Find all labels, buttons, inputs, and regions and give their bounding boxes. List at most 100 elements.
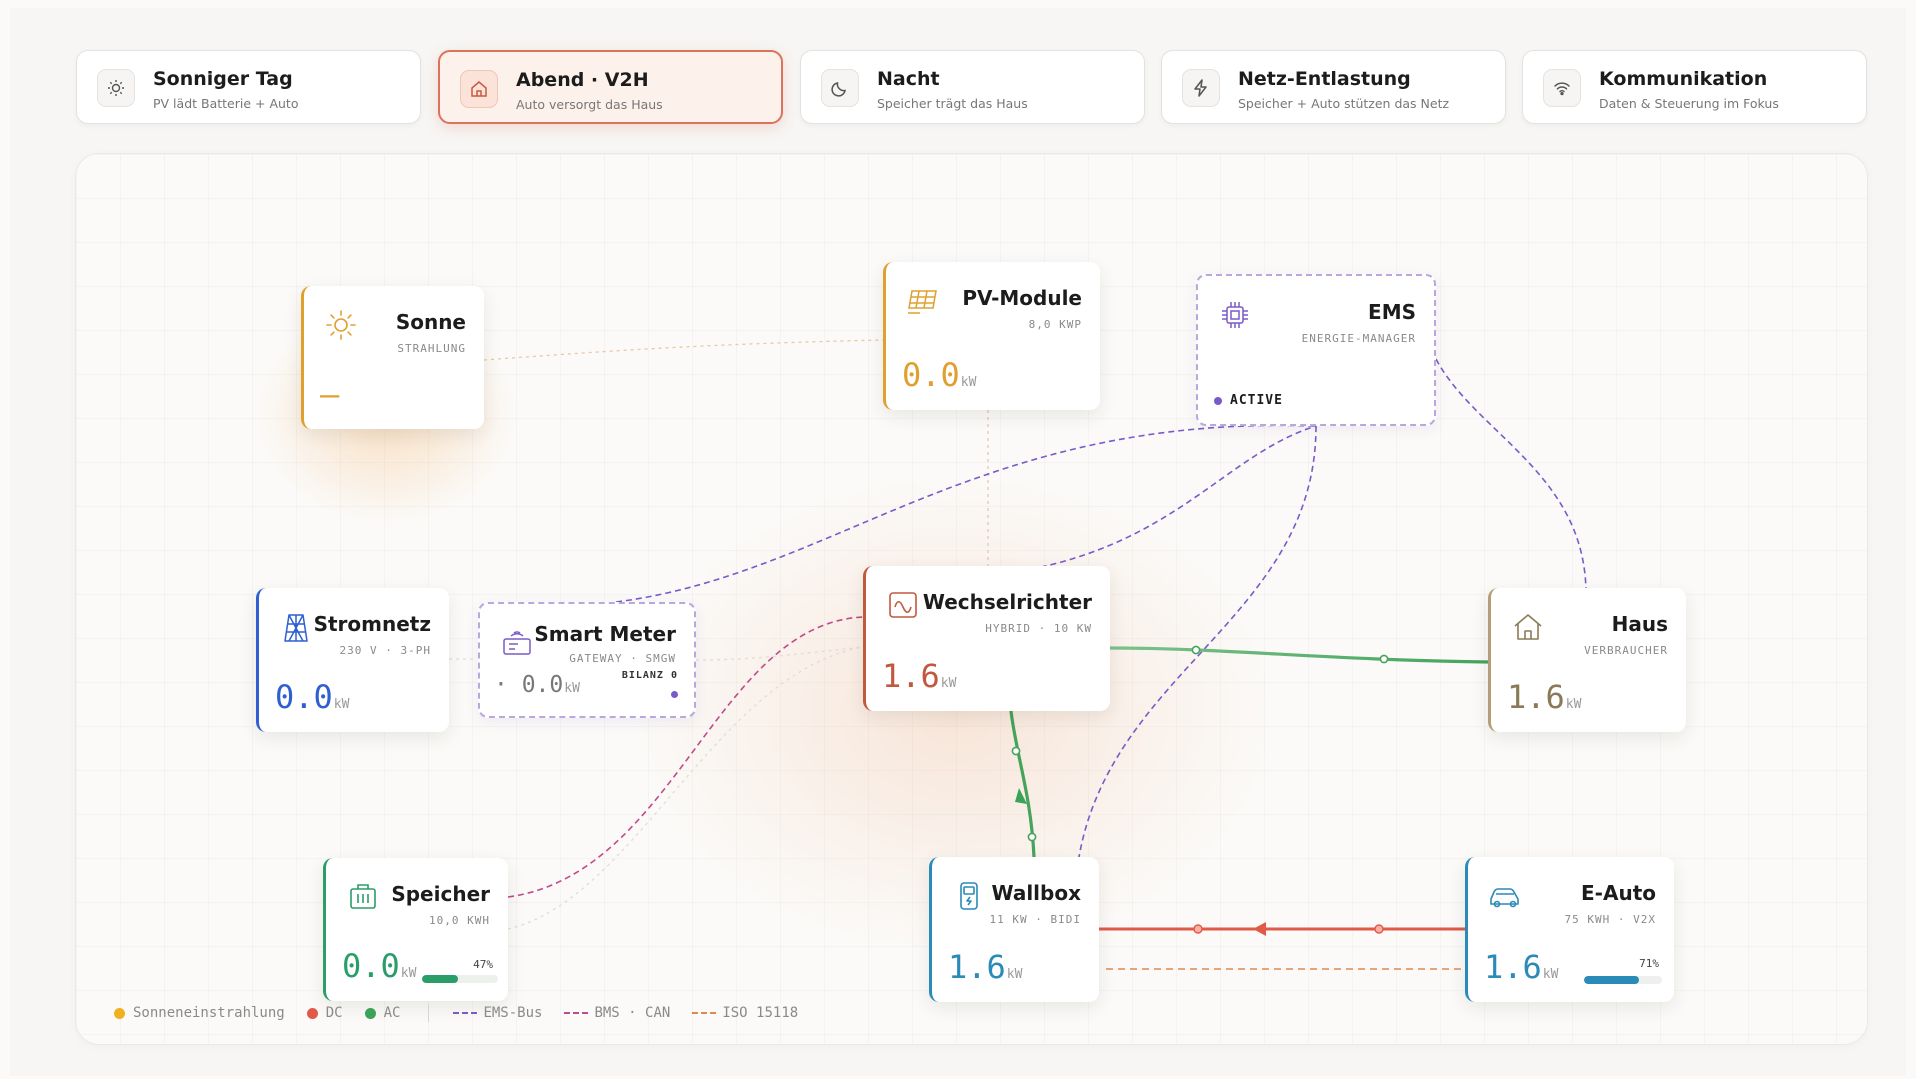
node-title: Smart Meter [534,622,676,646]
soc-bar-fill [1584,976,1640,984]
node-subtitle: HYBRID · 10 KW [985,622,1092,635]
node-subtitle: 10,0 KWH [429,914,490,927]
charger-icon [950,877,988,915]
soc-bar-fill [422,975,458,983]
tab-kommunikation[interactable]: Kommunikation Daten & Steuerung im Fokus [1522,50,1867,124]
node-value: 0.0kW [902,356,977,394]
bolt-icon [1182,69,1220,107]
legend-dc: DC [306,1005,343,1021]
node-value: 1.6kW [1507,678,1582,716]
legend-ac: AC [364,1005,401,1021]
node-e-auto[interactable]: E-Auto 75 KWH · V2X 1.6kW 71% [1465,857,1674,1002]
legend-label: DC [325,1005,343,1021]
flow-particle [1011,746,1021,756]
legend-label: Sonneneinstrahlung [133,1005,285,1021]
sun-icon [322,306,360,344]
node-title: Wallbox [991,881,1081,905]
soc-bar [422,975,498,983]
node-value: 1.6kW [948,948,1023,986]
flow-particle [1374,924,1384,934]
legend-dot [306,1007,318,1019]
flow-particle [1191,645,1201,655]
sun-icon [97,69,135,107]
flow-particle [1379,654,1389,664]
node-title: PV-Module [962,286,1082,310]
legend-label: ISO 15118 [722,1005,799,1021]
home-icon [460,70,498,108]
node-subtitle: 75 KWH · V2X [1564,913,1656,926]
node-sonne[interactable]: Sonne STRAHLUNG – [301,286,484,429]
legend-dash [692,1012,717,1014]
node-title: Sonne [395,310,466,334]
tab-title: Nacht [877,68,940,90]
node-wechselrichter[interactable]: Wechselrichter HYBRID · 10 KW 1.6kW [863,566,1110,711]
node-pv-module[interactable]: PV-Module 8,0 KWP 0.0kW [883,262,1100,410]
legend-dot [364,1007,376,1019]
node-value: – [320,375,340,413]
legend-label: AC [383,1005,401,1021]
legend-label: BMS · CAN [594,1005,671,1021]
legend-bms-can: BMS · CAN [564,1005,670,1021]
tab-title: Netz-Entlastung [1238,68,1411,90]
soc-bar [1584,976,1662,984]
node-title: Wechselrichter [922,590,1092,614]
soc-label: 71% [1639,957,1659,970]
node-title: Speicher [391,882,490,906]
node-title: E-Auto [1581,881,1656,905]
node-subtitle: VERBRAUCHER [1584,644,1668,657]
tab-subtitle: Auto versorgt das Haus [516,97,663,112]
node-value: 1.6kW [1484,948,1559,986]
node-value: 0.0kW [342,947,417,985]
legend-sun: Sonneneinstrahlung [114,1005,285,1021]
node-title: Haus [1611,612,1668,636]
node-value: · 0.0kW [494,672,580,698]
wifi-icon [1543,69,1581,107]
node-title: Stromnetz [313,612,431,636]
node-value: 0.0kW [275,678,350,716]
legend-ems-bus: EMS-Bus [453,1005,542,1021]
solar-panel-icon [904,282,942,320]
chip-icon [1216,296,1254,334]
node-ems[interactable]: EMS ENERGIE-MANAGER ACTIVE [1196,274,1436,426]
legend: Sonneneinstrahlung DC AC EMS-Bus BMS · C… [114,1004,820,1022]
node-subtitle: ENERGIE-MANAGER [1301,332,1416,345]
moon-icon [821,69,859,107]
sun-pv-path [483,339,884,361]
node-subtitle: STRAHLUNG [397,342,466,355]
status-dot [671,691,678,698]
node-subtitle: 230 V · 3-PH [339,644,431,657]
inverter-icon [884,586,922,624]
node-wallbox[interactable]: Wallbox 11 KW · BIDI 1.6kW [929,857,1099,1002]
house-icon [1509,608,1547,646]
ems-bus-house [1435,358,1587,595]
node-haus[interactable]: Haus VERBRAUCHER 1.6kW [1488,588,1686,732]
tab-abend-v2h[interactable]: Abend · V2H Auto versorgt das Haus [438,50,783,124]
tab-subtitle: PV lädt Batterie + Auto [153,96,299,111]
tab-nacht[interactable]: Nacht Speicher trägt das Haus [800,50,1145,124]
flow-particle [1027,832,1037,842]
node-title: EMS [1368,300,1416,324]
node-subtitle: 11 KW · BIDI [989,913,1081,926]
flow-particle [1193,924,1203,934]
tab-sonniger-tag[interactable]: Sonniger Tag PV lädt Batterie + Auto [76,50,421,124]
tab-title: Sonniger Tag [153,68,293,90]
tab-netz-entlastung[interactable]: Netz-Entlastung Speicher + Auto stützen … [1161,50,1506,124]
legend-divider [428,1004,430,1022]
node-stromnetz[interactable]: Stromnetz 230 V · 3-PH 0.0kW [256,588,449,732]
node-smart-meter[interactable]: Smart Meter GATEWAY · SMGW BILANZ 0 · 0.… [478,602,696,718]
flow-arrow-left [1253,922,1266,936]
tab-title: Kommunikation [1599,68,1768,90]
battery-icon [344,878,382,916]
node-speicher[interactable]: Speicher 10,0 KWH 0.0kW 47% [323,858,508,1001]
status-badge: ACTIVE [1214,393,1283,408]
status-text: ACTIVE [1230,393,1283,408]
tab-subtitle: Speicher trägt das Haus [877,96,1028,111]
pylon-icon [277,608,315,646]
ac-flow-inverter-house [1109,646,1489,664]
node-value: 1.6kW [882,657,957,695]
meter-icon [498,624,536,662]
energy-flow-canvas: Sonne STRAHLUNG – PV-Module 8,0 KWP 0.0k… [75,153,1868,1045]
legend-dash [564,1012,589,1014]
tab-subtitle: Daten & Steuerung im Fokus [1599,96,1779,111]
ems-bus-inverter [1020,425,1317,572]
